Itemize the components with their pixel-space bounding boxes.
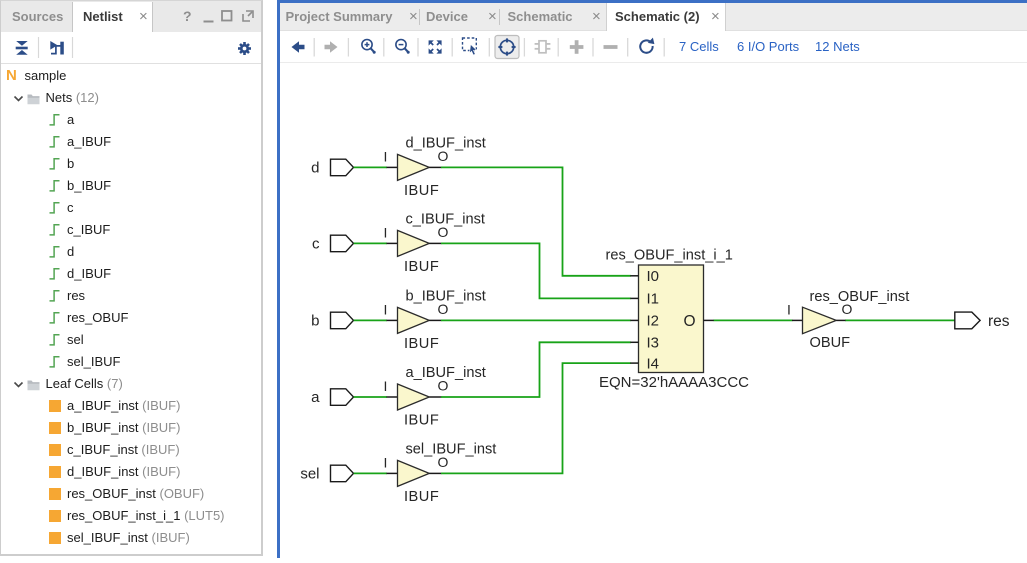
svg-text:b: b [311, 312, 319, 329]
svg-text:EQN=32'hAAAA3CCC: EQN=32'hAAAA3CCC [599, 374, 749, 391]
svg-text:a: a [311, 389, 320, 406]
svg-text:I2: I2 [647, 313, 660, 330]
svg-text:IBUF: IBUF [404, 412, 439, 428]
svg-text:I: I [384, 148, 388, 164]
svg-text:res_OBUF_inst_i_1: res_OBUF_inst_i_1 [606, 248, 733, 264]
svg-text:d: d [311, 159, 319, 176]
svg-text:res_OBUF_inst: res_OBUF_inst [810, 289, 910, 305]
svg-text:a_IBUF_inst: a_IBUF_inst [406, 365, 486, 381]
svg-text:IBUF: IBUF [404, 336, 439, 352]
svg-text:I: I [384, 301, 388, 317]
svg-text:c_IBUF_inst: c_IBUF_inst [406, 211, 485, 227]
svg-text:I: I [787, 302, 791, 318]
svg-text:OBUF: OBUF [810, 335, 851, 351]
svg-text:IBUF: IBUF [404, 183, 439, 199]
svg-text:d_IBUF_inst: d_IBUF_inst [406, 135, 486, 151]
svg-text:I0: I0 [647, 268, 660, 285]
svg-text:I3: I3 [647, 335, 660, 352]
svg-text:I: I [384, 224, 388, 240]
svg-text:sel: sel [300, 465, 319, 482]
svg-text:IBUF: IBUF [404, 259, 439, 275]
svg-text:O: O [842, 301, 853, 317]
svg-text:I: I [384, 454, 388, 470]
svg-text:IBUF: IBUF [404, 489, 439, 505]
svg-text:I1: I1 [647, 291, 660, 308]
svg-text:res: res [988, 313, 1010, 330]
svg-text:I: I [384, 378, 388, 394]
svg-text:sel_IBUF_inst: sel_IBUF_inst [406, 441, 497, 457]
svg-text:b_IBUF_inst: b_IBUF_inst [406, 288, 486, 304]
svg-text:I4: I4 [647, 355, 660, 372]
svg-text:O: O [684, 313, 696, 330]
svg-text:c: c [312, 235, 320, 252]
